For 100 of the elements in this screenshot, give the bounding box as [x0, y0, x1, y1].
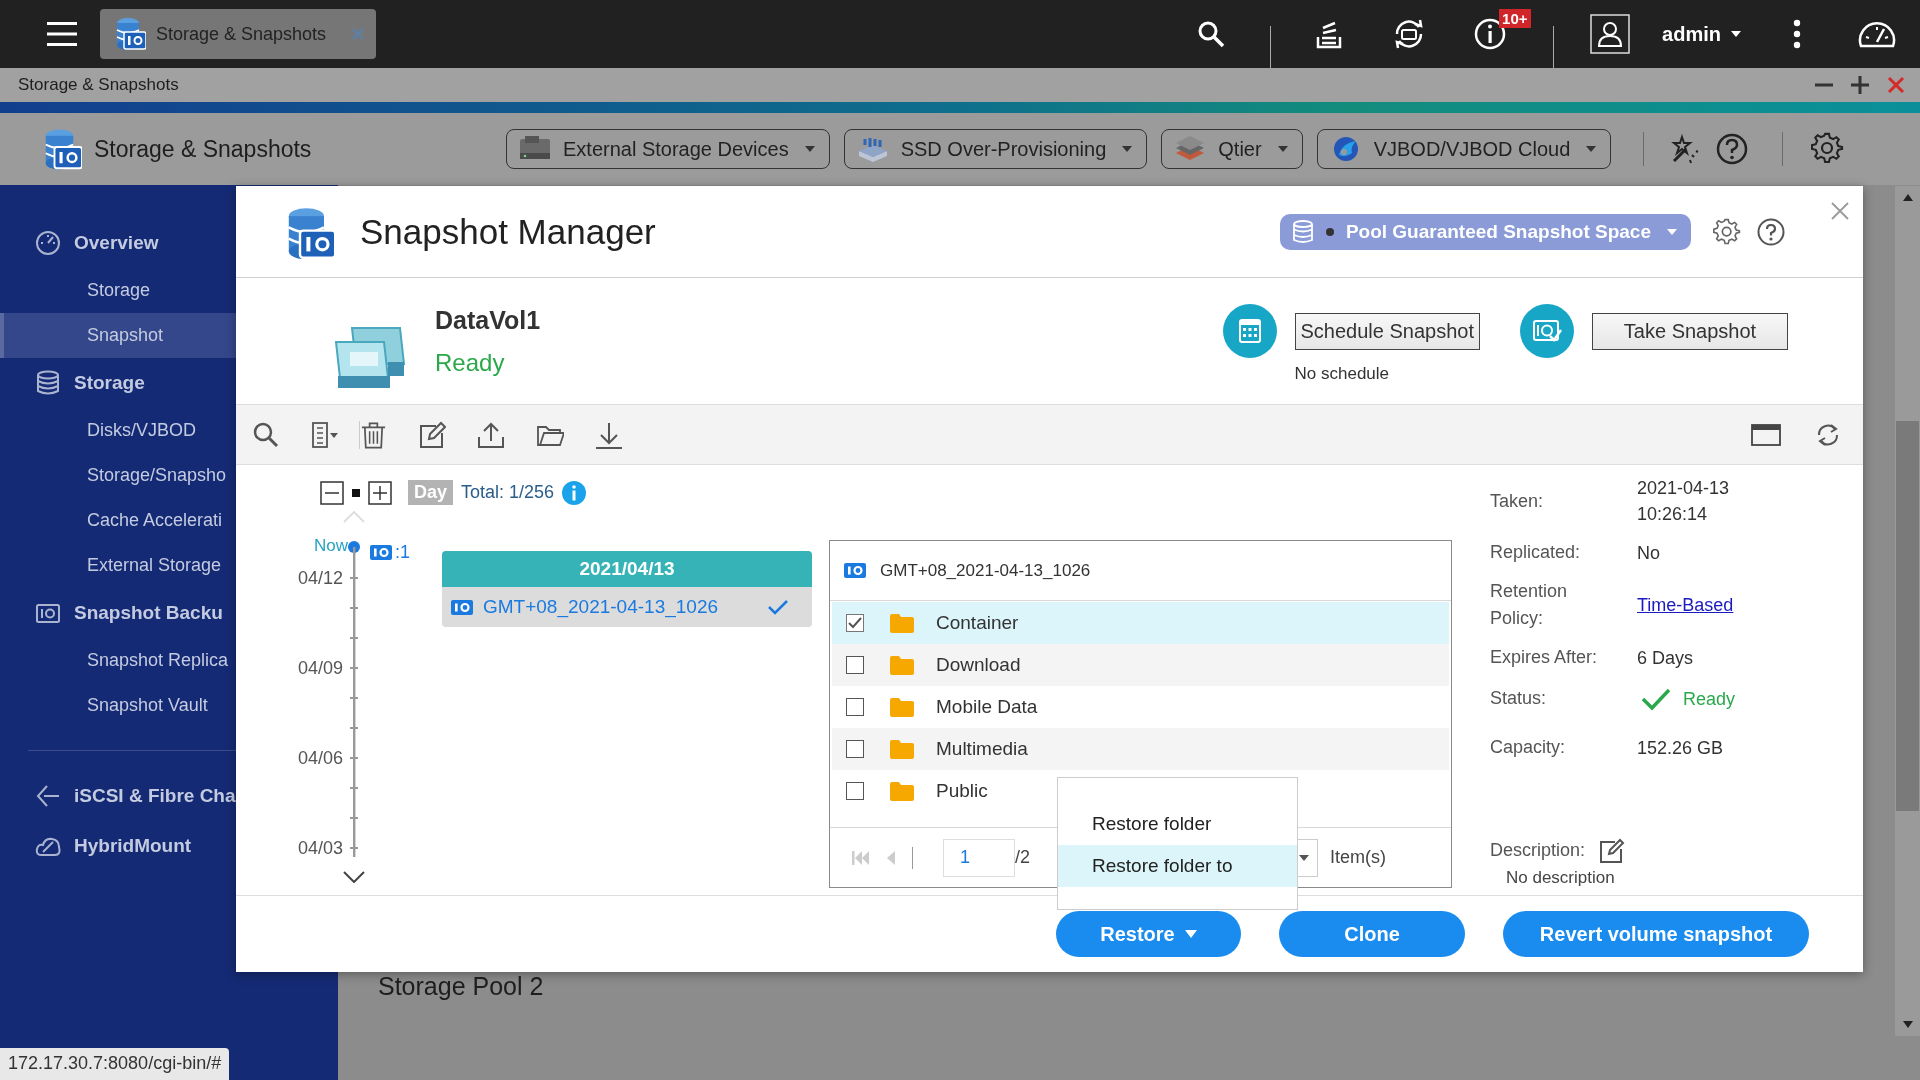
menu-icon[interactable] [47, 22, 77, 46]
edit-icon[interactable] [418, 420, 446, 449]
detail-label: Status: [1490, 687, 1548, 710]
sidebar-section[interactable]: HybridMount [0, 821, 236, 871]
folder-row[interactable]: Container [832, 602, 1449, 644]
snapshot-button[interactable]: Take Snapshot [1592, 313, 1788, 350]
dropdown-menu[interactable]: SSD Over-Provisioning [843, 129, 1148, 169]
dialog-title: Snapshot Manager [360, 211, 657, 252]
checkbox[interactable] [846, 740, 864, 758]
detail-label: Capacity: [1490, 736, 1567, 759]
app-icon [114, 16, 146, 52]
app-tab[interactable]: Storage & Snapshots [100, 9, 376, 59]
user-menu[interactable]: admin [1662, 22, 1741, 46]
edit-icon[interactable] [1599, 837, 1626, 864]
sidebar-item[interactable]: Cache Accelerati [0, 498, 236, 543]
snapshot-button[interactable]: Schedule Snapshot [1294, 313, 1480, 350]
sidebar-item[interactable]: Snapshot [0, 313, 236, 358]
dropdown-menu[interactable]: External Storage Devices [506, 129, 830, 169]
date-label: 04/03 [297, 838, 343, 859]
scrollbar[interactable] [1895, 186, 1920, 1036]
folder-icon [890, 739, 914, 759]
dot-icon [1325, 227, 1334, 236]
detail-value: No [1637, 541, 1660, 565]
download-icon[interactable] [595, 420, 623, 449]
snapshot-name: GMT+08_2021-04-13_1026 [880, 560, 1091, 581]
total-count: Total: 1/256 [461, 482, 555, 503]
folder-icon [890, 613, 914, 633]
folder-icon [890, 697, 914, 717]
arrow-down-icon[interactable] [1902, 1021, 1913, 1028]
camera-icon [370, 544, 392, 561]
settings-icon[interactable] [1811, 132, 1846, 166]
page-field[interactable]: 1 [943, 838, 1015, 877]
trash-icon[interactable] [359, 420, 387, 449]
help-icon[interactable] [1757, 217, 1785, 246]
page-total: /2 [1015, 847, 1030, 868]
sidebar-section[interactable]: Overview [0, 218, 236, 268]
schedule-note: No schedule [1294, 364, 1391, 384]
sidebar-item[interactable]: Disks/VJBOD [0, 408, 236, 453]
columns-icon[interactable] [311, 420, 339, 449]
sidebar-item[interactable]: Snapshot Vault [0, 683, 236, 728]
detail-label: Expires After: [1490, 646, 1599, 669]
volume-status: Ready [435, 349, 506, 377]
folder-icon [890, 781, 914, 801]
dropdown-menu[interactable]: VJBOD/VJBOD Cloud [1316, 129, 1612, 169]
status-url: 172.17.30.7:8080/cgi-bin/# [0, 1048, 230, 1080]
search-icon[interactable] [252, 420, 280, 449]
scroll-thumb[interactable] [1896, 421, 1919, 811]
more-icon[interactable] [1793, 19, 1801, 49]
maximize-icon[interactable] [1851, 76, 1869, 94]
close-icon[interactable] [1831, 202, 1849, 220]
description-text: No description [1506, 868, 1616, 888]
chevron-down-icon[interactable] [343, 871, 365, 883]
upload-icon[interactable] [477, 420, 505, 449]
detail-label: Taken: [1490, 489, 1545, 513]
folder-row[interactable]: Download [832, 644, 1449, 686]
arrow-up-icon[interactable] [1902, 194, 1913, 201]
settings-icon[interactable] [1713, 217, 1741, 246]
dropdown-menu[interactable]: Qtier [1161, 129, 1303, 169]
snapshot-count: :1 [395, 542, 410, 563]
folder-row[interactable]: Multimedia [832, 728, 1449, 770]
calendar-icon[interactable] [1222, 304, 1277, 358]
camera-icon[interactable] [1520, 304, 1574, 358]
folder-icon [890, 655, 914, 675]
tab-title: Storage & Snapshots [156, 23, 328, 45]
date-label: 04/06 [297, 748, 343, 769]
retention-link[interactable]: Time-Based [1637, 592, 1734, 618]
date-label: 04/12 [297, 568, 343, 589]
checkbox[interactable] [846, 698, 864, 716]
check-icon [768, 599, 788, 615]
help-icon[interactable] [1716, 133, 1749, 165]
detail-value: 2021-04-13 10:26:14 [1637, 477, 1730, 526]
zoom-in-icon[interactable] [368, 480, 392, 505]
checkbox[interactable] [846, 656, 864, 674]
sidebar-item[interactable]: Storage [0, 268, 236, 313]
window-title: Storage & Snapshots [18, 75, 180, 95]
volume-name: DataVol1 [435, 306, 542, 335]
sidebar-section[interactable]: Snapshot Backu [0, 588, 236, 638]
camera-icon [451, 598, 473, 616]
date-label: 04/09 [297, 658, 343, 679]
zoom-out-icon[interactable] [320, 480, 344, 505]
detail-value: 6 Days [1637, 646, 1694, 670]
sidebar-section[interactable]: iSCSI & Fibre Cha [0, 771, 236, 821]
menu-item[interactable]: Restore folder to [1058, 845, 1297, 887]
sidebar-item[interactable]: External Storage [0, 543, 236, 588]
refresh-icon[interactable] [1815, 421, 1841, 448]
sidebar-item[interactable]: Snapshot Replica [0, 638, 236, 683]
detail-label: Retention Policy: [1490, 580, 1569, 630]
detail-label: Description: [1490, 839, 1586, 862]
sidebar-section[interactable]: Storage [0, 358, 236, 408]
zoom-level-icon [352, 488, 360, 497]
now-label: Now [314, 536, 348, 556]
database-icon [1291, 219, 1314, 244]
sidebar-item[interactable]: Storage/Snapsho [0, 453, 236, 498]
date-header: 2021/04/13 [442, 551, 812, 587]
search-icon[interactable] [1197, 20, 1226, 48]
window-icon[interactable] [1751, 423, 1781, 446]
folder-row[interactable]: Mobile Data [832, 686, 1449, 728]
user-icon[interactable] [1590, 14, 1631, 54]
detail-label: Replicated: [1490, 541, 1582, 564]
checkbox[interactable] [846, 782, 864, 800]
